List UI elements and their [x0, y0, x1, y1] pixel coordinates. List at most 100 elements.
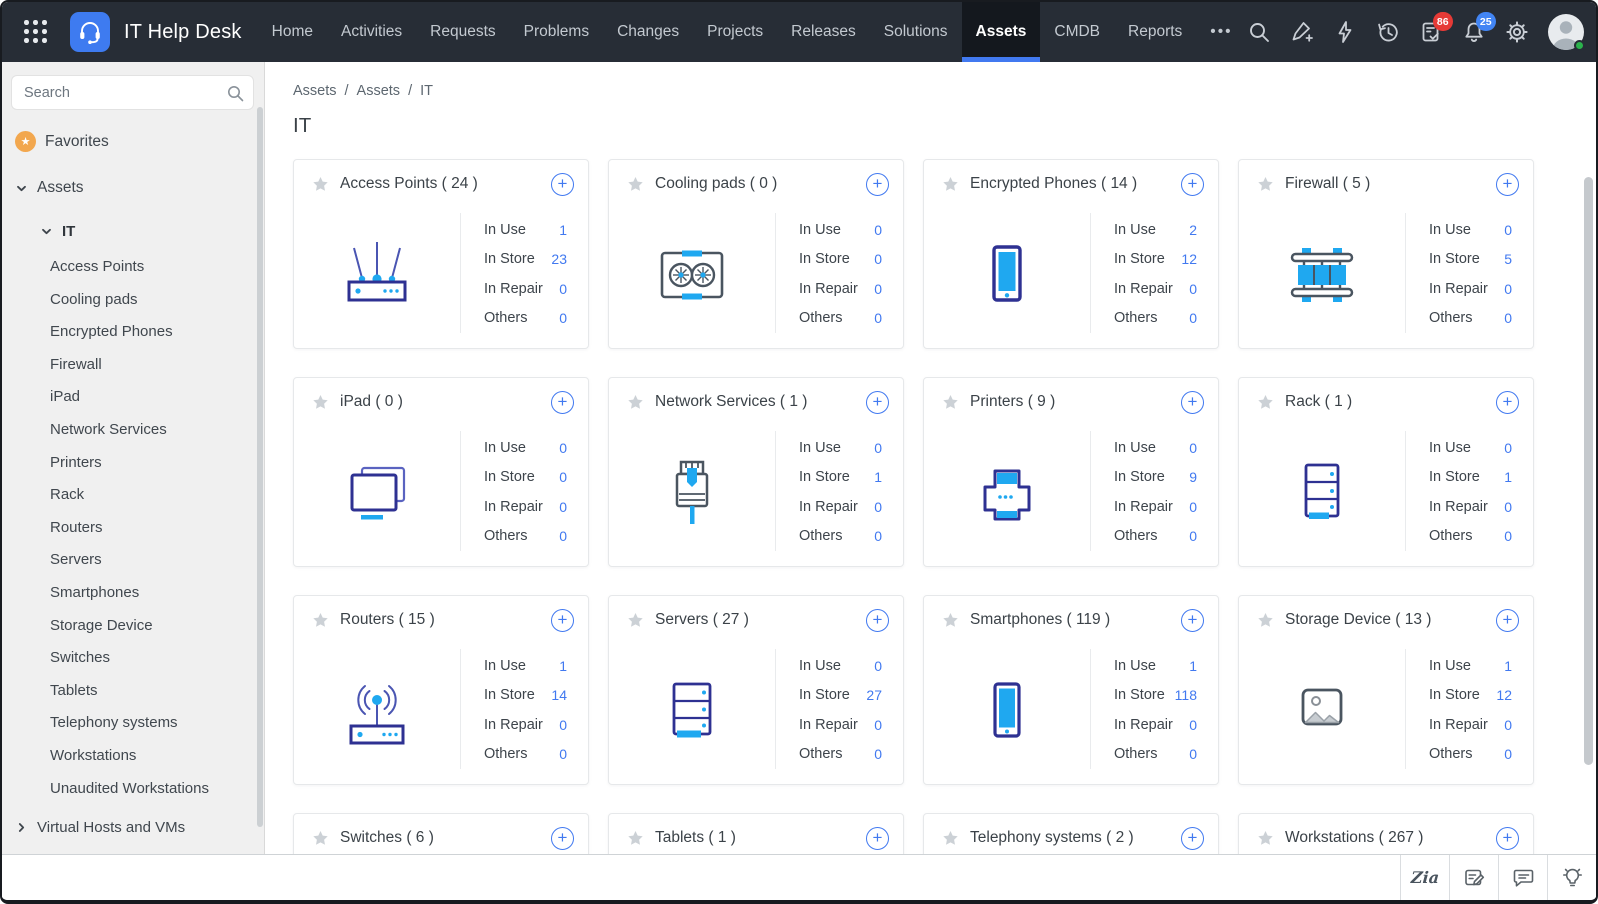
sidebar-item-servers[interactable]: Servers [2, 544, 264, 577]
stat-value[interactable]: 0 [1189, 281, 1197, 297]
stat-value[interactable]: 9 [1189, 469, 1197, 485]
tab-activities[interactable]: Activities [327, 2, 416, 62]
add-asset-button[interactable]: + [866, 608, 889, 632]
card-title[interactable]: Encrypted Phones ( 14 ) [970, 175, 1137, 193]
sidebar-item-routers[interactable]: Routers [2, 512, 264, 545]
stat-value[interactable]: 2 [1189, 222, 1197, 238]
zia-assistant-icon[interactable]: Zia [1400, 855, 1449, 900]
tab-more[interactable]: ••• [1196, 2, 1246, 62]
tab-cmdb[interactable]: CMDB [1040, 2, 1114, 62]
star-icon[interactable] [627, 612, 644, 629]
card-title[interactable]: Workstations ( 267 ) [1285, 829, 1423, 847]
card-title[interactable]: Storage Device ( 13 ) [1285, 611, 1431, 629]
card-title[interactable]: Telephony systems ( 2 ) [970, 829, 1134, 847]
feedback-icon[interactable] [1449, 855, 1498, 900]
stat-value[interactable]: 0 [559, 528, 567, 544]
add-asset-button[interactable]: + [1496, 390, 1519, 414]
stat-value[interactable]: 1 [1189, 658, 1197, 674]
stat-value[interactable]: 0 [874, 251, 882, 267]
stat-value[interactable]: 12 [1496, 687, 1512, 703]
stat-value[interactable]: 0 [874, 310, 882, 326]
stat-value[interactable]: 0 [1189, 310, 1197, 326]
star-icon[interactable] [312, 176, 329, 193]
star-icon[interactable] [1257, 394, 1274, 411]
sidebar-item-virtual-hosts-and-vms[interactable]: Virtual Hosts and VMs [2, 809, 264, 845]
add-asset-button[interactable]: + [866, 826, 889, 850]
stat-value[interactable]: 0 [559, 281, 567, 297]
sidebar-item-favorites[interactable]: ★ Favorites [15, 131, 264, 152]
add-asset-button[interactable]: + [1496, 826, 1519, 850]
stat-value[interactable]: 118 [1175, 687, 1197, 703]
notifications-icon[interactable]: 25 [1462, 12, 1496, 44]
stat-value[interactable]: 0 [1504, 717, 1512, 733]
stat-value[interactable]: 0 [559, 440, 567, 456]
star-icon[interactable] [312, 830, 329, 847]
star-icon[interactable] [1257, 830, 1274, 847]
star-icon[interactable] [312, 394, 329, 411]
stat-value[interactable]: 0 [1504, 310, 1512, 326]
stat-value[interactable]: 0 [1504, 746, 1512, 762]
add-asset-button[interactable]: + [551, 608, 574, 632]
stat-value[interactable]: 0 [874, 528, 882, 544]
card-title[interactable]: Rack ( 1 ) [1285, 393, 1352, 411]
stat-value[interactable]: 0 [1189, 528, 1197, 544]
breadcrumb-item-assets-0[interactable]: Assets [293, 83, 337, 99]
stat-value[interactable]: 0 [1504, 281, 1512, 297]
sidebar-item-switches[interactable]: Switches [2, 642, 264, 675]
add-asset-button[interactable]: + [551, 826, 574, 850]
history-icon[interactable] [1376, 20, 1400, 44]
stat-value[interactable]: 0 [559, 499, 567, 515]
content-scrollbar[interactable] [1584, 177, 1593, 765]
sidebar-item-printers[interactable]: Printers [2, 447, 264, 480]
sidebar-search-input[interactable] [12, 76, 253, 109]
breadcrumb-item-it-2[interactable]: IT [420, 83, 433, 99]
stat-value[interactable]: 1 [559, 222, 567, 238]
card-title[interactable]: Printers ( 9 ) [970, 393, 1055, 411]
stat-value[interactable]: 0 [1189, 746, 1197, 762]
add-asset-button[interactable]: + [1181, 172, 1204, 196]
card-title[interactable]: Firewall ( 5 ) [1285, 175, 1370, 193]
star-icon[interactable] [312, 612, 329, 629]
quick-actions-icon[interactable] [1333, 20, 1357, 44]
breadcrumb-item-assets-1[interactable]: Assets [357, 83, 401, 99]
stat-value[interactable]: 27 [866, 687, 882, 703]
stat-value[interactable]: 0 [874, 658, 882, 674]
star-icon[interactable] [942, 394, 959, 411]
user-avatar[interactable] [1547, 14, 1585, 51]
add-asset-button[interactable]: + [1496, 172, 1519, 196]
stat-value[interactable]: 1 [559, 658, 567, 674]
stat-value[interactable]: 0 [874, 499, 882, 515]
stat-value[interactable]: 1 [1504, 469, 1512, 485]
star-icon[interactable] [627, 394, 644, 411]
search-icon[interactable] [227, 85, 244, 102]
add-asset-button[interactable]: + [866, 172, 889, 196]
star-icon[interactable] [942, 830, 959, 847]
stat-value[interactable]: 0 [559, 746, 567, 762]
stat-value[interactable]: 0 [1504, 440, 1512, 456]
ideas-bulb-icon[interactable] [1547, 855, 1596, 900]
card-title[interactable]: Servers ( 27 ) [655, 611, 749, 629]
sidebar-item-ipad[interactable]: iPad [2, 381, 264, 414]
stat-value[interactable]: 0 [1189, 440, 1197, 456]
star-icon[interactable] [627, 176, 644, 193]
add-asset-button[interactable]: + [551, 390, 574, 414]
tab-releases[interactable]: Releases [777, 2, 870, 62]
sidebar-item-rack[interactable]: Rack [2, 479, 264, 512]
sidebar-item-workstations[interactable]: Workstations [2, 740, 264, 773]
stat-value[interactable]: 0 [874, 717, 882, 733]
sidebar-item-network-services[interactable]: Network Services [2, 414, 264, 447]
tab-solutions[interactable]: Solutions [870, 2, 962, 62]
add-asset-button[interactable]: + [1496, 608, 1519, 632]
card-title[interactable]: Network Services ( 1 ) [655, 393, 807, 411]
tab-projects[interactable]: Projects [693, 2, 777, 62]
tab-assets[interactable]: Assets [961, 2, 1041, 62]
sidebar-item-cooling-pads[interactable]: Cooling pads [2, 284, 264, 317]
stat-value[interactable]: 23 [551, 251, 567, 267]
tab-home[interactable]: Home [258, 2, 327, 62]
stat-value[interactable]: 1 [1504, 658, 1512, 674]
search-icon[interactable] [1247, 20, 1271, 44]
stat-value[interactable]: 0 [1504, 528, 1512, 544]
stat-value[interactable]: 0 [1504, 222, 1512, 238]
add-asset-button[interactable]: + [866, 390, 889, 414]
stat-value[interactable]: 5 [1504, 251, 1512, 267]
